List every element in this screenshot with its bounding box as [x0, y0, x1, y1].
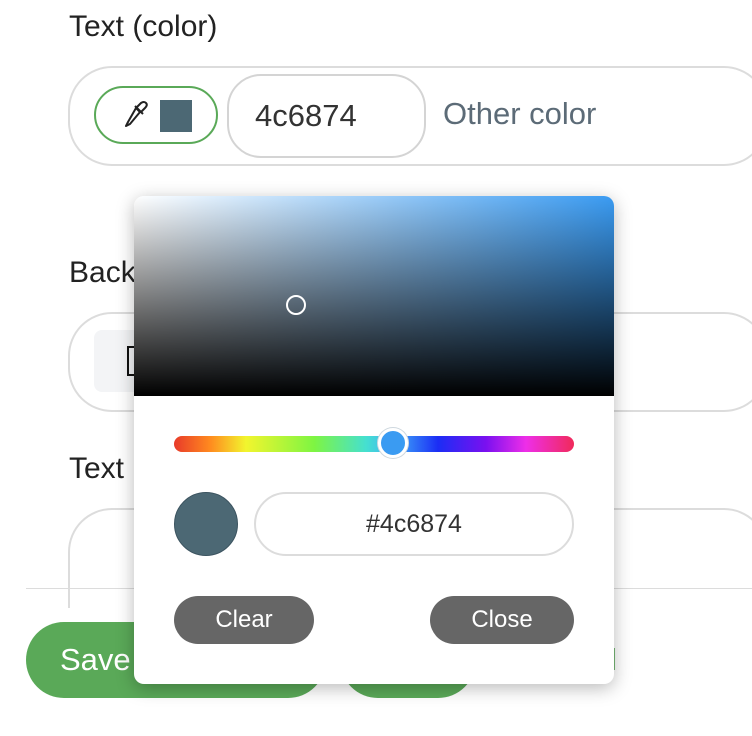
popover-hex-input[interactable]: #4c6874 [254, 492, 574, 556]
hue-slider[interactable] [174, 436, 574, 452]
hex-value-input[interactable]: 4c6874 [227, 74, 426, 158]
eyedropper-icon [122, 100, 148, 133]
close-button[interactable]: Close [430, 596, 574, 644]
background-label: Back [69, 256, 136, 289]
clear-button[interactable]: Clear [174, 596, 314, 644]
color-picker-popover: #4c6874 Clear Close [134, 196, 614, 684]
hue-slider-thumb[interactable] [378, 428, 408, 458]
saturation-cursor[interactable] [286, 295, 306, 315]
text-color-label: Text (color) [69, 10, 218, 43]
save-button-label: Save [60, 642, 131, 677]
color-swatch [160, 100, 192, 132]
saturation-value-area[interactable] [134, 196, 614, 396]
other-color-link[interactable]: Other color [443, 96, 596, 132]
color-preview-swatch [174, 492, 238, 556]
text-section-label: Text [69, 452, 125, 485]
color-picker-trigger[interactable] [94, 86, 218, 144]
